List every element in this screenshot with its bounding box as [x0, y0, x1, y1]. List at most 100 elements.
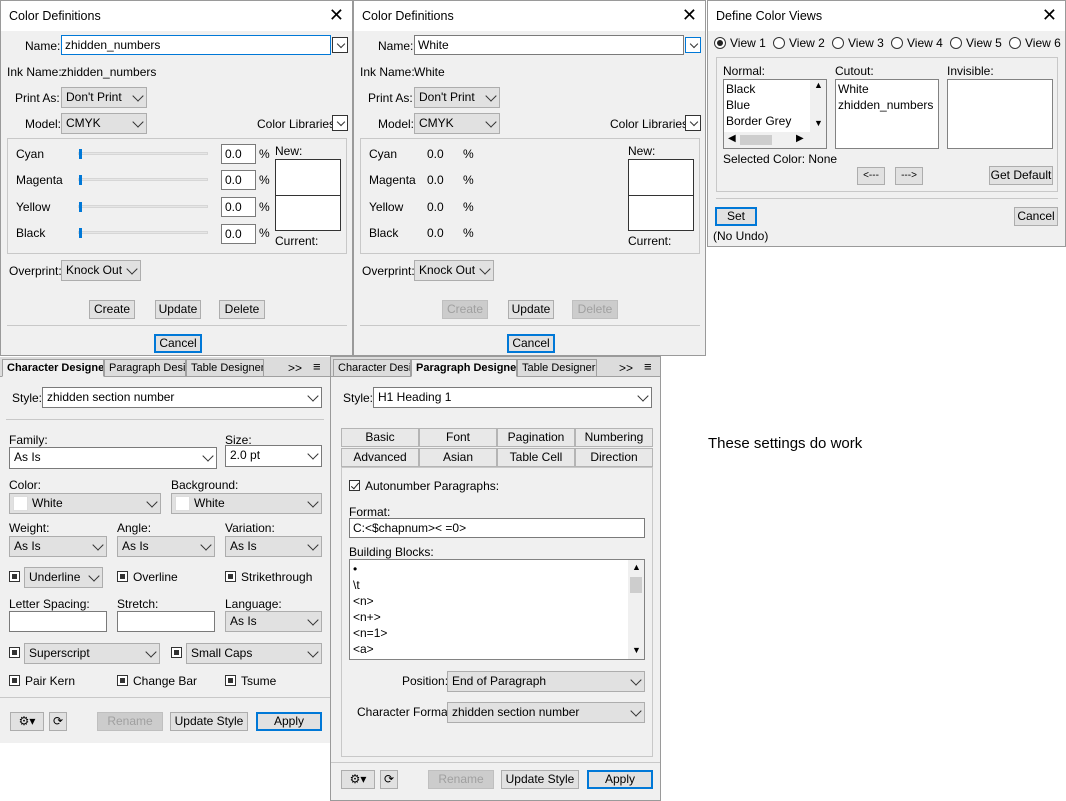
- stretch-input[interactable]: [117, 611, 215, 632]
- model-select[interactable]: CMYK: [61, 113, 147, 134]
- update-style-button[interactable]: Update Style: [170, 712, 248, 731]
- tab-paragraph-designer[interactable]: Paragraph Designer: [411, 359, 517, 377]
- yellow-input[interactable]: 0.0: [221, 197, 256, 217]
- pair-kern-checkbox[interactable]: [9, 675, 20, 686]
- color-libraries-button[interactable]: [332, 115, 348, 131]
- change-bar-checkbox[interactable]: [117, 675, 128, 686]
- slider-thumb[interactable]: [79, 202, 82, 212]
- view-4-radio[interactable]: [891, 37, 903, 49]
- black-slider[interactable]: [78, 228, 208, 238]
- cyan-input[interactable]: 0.0: [221, 144, 256, 164]
- update-button[interactable]: Update: [155, 300, 201, 319]
- scroll-thumb[interactable]: [630, 577, 642, 593]
- rename-button[interactable]: Rename: [97, 712, 163, 731]
- subtab-pagination[interactable]: Pagination: [497, 428, 575, 447]
- color-libraries-button[interactable]: [685, 115, 701, 131]
- scroll-right-icon[interactable]: ▶: [796, 133, 804, 144]
- move-left-button[interactable]: <---: [857, 167, 885, 185]
- apply-button[interactable]: Apply: [587, 770, 653, 789]
- settings-menu-button[interactable]: ⚙▾: [341, 770, 375, 789]
- slider-thumb[interactable]: [79, 149, 82, 159]
- name-input[interactable]: White: [414, 35, 684, 55]
- scroll-down-icon[interactable]: ▼: [632, 645, 641, 655]
- subtab-asian[interactable]: Asian: [419, 448, 497, 467]
- set-button[interactable]: Set: [715, 207, 757, 226]
- overprint-select[interactable]: Knock Out: [61, 260, 141, 281]
- horizontal-scrollbar[interactable]: ◀ ▶: [724, 132, 826, 148]
- underline-checkbox[interactable]: [9, 571, 20, 582]
- cutout-list[interactable]: White zhidden_numbers: [835, 79, 939, 149]
- create-button[interactable]: Create: [89, 300, 135, 319]
- magenta-slider[interactable]: [78, 175, 208, 185]
- subtab-basic[interactable]: Basic: [341, 428, 419, 447]
- panel-menu-icon[interactable]: ≡: [644, 359, 652, 374]
- list-item[interactable]: •: [353, 562, 357, 576]
- list-item[interactable]: White: [838, 82, 869, 96]
- view-6-label[interactable]: View 6: [1025, 36, 1061, 50]
- create-button[interactable]: Create: [442, 300, 488, 319]
- family-select[interactable]: As Is: [9, 447, 217, 469]
- subtab-numbering[interactable]: Numbering: [575, 428, 653, 447]
- scroll-down-icon[interactable]: ▼: [814, 118, 823, 128]
- view-5-radio[interactable]: [950, 37, 962, 49]
- language-select[interactable]: As Is: [225, 611, 322, 632]
- update-button[interactable]: Update: [508, 300, 554, 319]
- overline-checkbox[interactable]: [117, 571, 128, 582]
- weight-select[interactable]: As Is: [9, 536, 107, 557]
- character-format-select[interactable]: zhidden section number: [447, 702, 645, 723]
- rename-button[interactable]: Rename: [428, 770, 494, 789]
- view-5-label[interactable]: View 5: [966, 36, 1002, 50]
- list-item[interactable]: \t: [353, 578, 360, 592]
- move-right-button[interactable]: --->: [895, 167, 923, 185]
- variation-select[interactable]: As Is: [225, 536, 322, 557]
- close-icon[interactable]: ✕: [1042, 5, 1057, 25]
- title-bar[interactable]: Color Definitions ✕: [354, 1, 705, 31]
- tab-paragraph-designer[interactable]: Paragraph Designer: [104, 359, 186, 377]
- get-default-button[interactable]: Get Default: [989, 166, 1053, 185]
- scroll-up-icon[interactable]: ▲: [632, 562, 641, 572]
- vertical-scrollbar[interactable]: ▲ ▼: [810, 80, 826, 132]
- refresh-button[interactable]: ⟳: [49, 712, 67, 731]
- autonumber-checkbox[interactable]: [349, 480, 360, 491]
- magenta-input[interactable]: 0.0: [221, 170, 256, 190]
- style-select[interactable]: H1 Heading 1: [373, 387, 652, 408]
- small-caps-checkbox[interactable]: [171, 647, 182, 658]
- update-style-button[interactable]: Update Style: [501, 770, 579, 789]
- view-2-label[interactable]: View 2: [789, 36, 825, 50]
- yellow-slider[interactable]: [78, 202, 208, 212]
- size-select[interactable]: 2.0 pt: [225, 445, 322, 467]
- scroll-up-icon[interactable]: ▲: [814, 80, 823, 90]
- invisible-list[interactable]: [947, 79, 1053, 149]
- close-icon[interactable]: ✕: [682, 5, 697, 25]
- more-tabs-icon[interactable]: >>: [288, 361, 302, 375]
- subtab-direction[interactable]: Direction: [575, 448, 653, 467]
- list-item[interactable]: <n>: [353, 594, 374, 608]
- slider-thumb[interactable]: [79, 228, 82, 238]
- name-input[interactable]: zhidden_numbers: [61, 35, 331, 55]
- cancel-button[interactable]: Cancel: [154, 334, 202, 353]
- model-select[interactable]: CMYK: [414, 113, 500, 134]
- overprint-select[interactable]: Knock Out: [414, 260, 494, 281]
- angle-select[interactable]: As Is: [117, 536, 215, 557]
- slider-thumb[interactable]: [79, 175, 82, 185]
- format-input[interactable]: C:<$chapnum>< =0>: [349, 518, 645, 538]
- cancel-button[interactable]: Cancel: [1014, 207, 1058, 226]
- refresh-button[interactable]: ⟳: [380, 770, 398, 789]
- tsume-checkbox[interactable]: [225, 675, 236, 686]
- cyan-slider[interactable]: [78, 149, 208, 159]
- list-item[interactable]: Black: [726, 82, 755, 96]
- more-tabs-icon[interactable]: >>: [619, 361, 633, 375]
- list-item[interactable]: Blue: [726, 98, 750, 112]
- panel-menu-icon[interactable]: ≡: [313, 359, 321, 374]
- name-dropdown-button[interactable]: [685, 37, 701, 53]
- apply-button[interactable]: Apply: [256, 712, 322, 731]
- close-icon[interactable]: ✕: [329, 5, 344, 25]
- view-1-label[interactable]: View 1: [730, 36, 766, 50]
- subtab-table-cell[interactable]: Table Cell: [497, 448, 575, 467]
- normal-list[interactable]: Black Blue Border Grey ▲ ▼ ◀ ▶: [723, 79, 827, 149]
- small-caps-select[interactable]: Small Caps: [186, 643, 322, 664]
- background-select[interactable]: White: [171, 493, 322, 514]
- view-6-radio[interactable]: [1009, 37, 1021, 49]
- superscript-checkbox[interactable]: [9, 647, 20, 658]
- black-input[interactable]: 0.0: [221, 224, 256, 244]
